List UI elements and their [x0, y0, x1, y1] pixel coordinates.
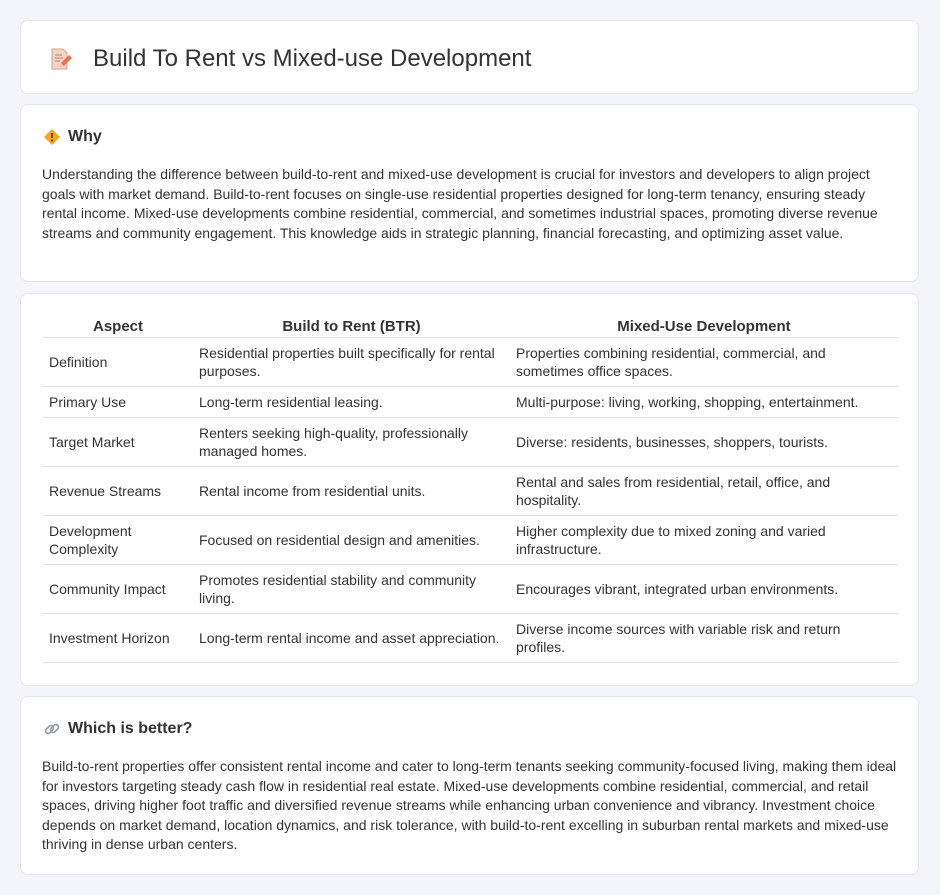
why-section: Why Understanding the difference between…	[20, 104, 919, 282]
table-row: Community Impact Promotes residential st…	[43, 564, 898, 614]
table-cell-mixed-use: Diverse income sources with variable ris…	[510, 613, 898, 663]
table-cell-aspect: Investment Horizon	[43, 613, 193, 663]
header-card: Build To Rent vs Mixed-use Development	[20, 20, 919, 94]
why-heading: Why	[68, 128, 102, 145]
better-heading-row: Which is better?	[43, 719, 192, 739]
table-cell-mixed-use: Properties combining residential, commer…	[510, 337, 898, 387]
table-cell-aspect: Revenue Streams	[43, 466, 193, 516]
table-cell-aspect: Development Complexity	[43, 515, 193, 565]
why-text: Understanding the difference between bui…	[42, 166, 878, 241]
table-cell-mixed-use: Multi-purpose: living, working, shopping…	[510, 386, 898, 418]
table-cell-btr: Long-term residential leasing.	[193, 386, 510, 418]
which-is-better-section: Which is better? Build-to-rent propertie…	[20, 696, 919, 875]
why-heading-row: Why	[43, 127, 102, 147]
table-row: Investment Horizon Long-term rental inco…	[43, 613, 898, 663]
better-text: Build-to-rent properties offer consisten…	[42, 758, 897, 852]
table-header-row: Aspect Build to Rent (BTR) Mixed-Use Dev…	[43, 317, 898, 338]
table-cell-aspect: Definition	[43, 337, 193, 387]
table-cell-btr: Rental income from residential units.	[193, 466, 510, 516]
better-heading: Which is better?	[68, 720, 193, 737]
table-row: Target Market Renters seeking high-quali…	[43, 417, 898, 467]
table-row: Development Complexity Focused on reside…	[43, 515, 898, 565]
table-row: Revenue Streams Rental income from resid…	[43, 466, 898, 516]
table-cell-mixed-use: Rental and sales from residential, retai…	[510, 466, 898, 516]
document-pencil-icon	[51, 48, 72, 70]
table-row: Definition Residential properties built …	[43, 337, 898, 387]
column-header-mixed-use: Mixed-Use Development	[510, 317, 898, 338]
column-header-btr: Build to Rent (BTR)	[193, 317, 510, 338]
table-row: Primary Use Long-term residential leasin…	[43, 386, 898, 418]
comparison-card: Aspect Build to Rent (BTR) Mixed-Use Dev…	[20, 293, 919, 686]
table-cell-aspect: Community Impact	[43, 564, 193, 614]
page-title: Build To Rent vs Mixed-use Development	[93, 45, 532, 72]
column-header-aspect: Aspect	[43, 317, 193, 338]
table-cell-aspect: Target Market	[43, 417, 193, 467]
comparison-table: Aspect Build to Rent (BTR) Mixed-Use Dev…	[43, 317, 898, 663]
table-cell-btr: Renters seeking high-quality, profession…	[193, 417, 510, 467]
table-cell-mixed-use: Higher complexity due to mixed zoning an…	[510, 515, 898, 565]
table-cell-btr: Promotes residential stability and commu…	[193, 564, 510, 614]
table-cell-btr: Long-term rental income and asset apprec…	[193, 613, 510, 663]
table-cell-btr: Residential properties built specificall…	[193, 337, 510, 387]
table-cell-btr: Focused on residential design and amenit…	[193, 515, 510, 565]
table-cell-mixed-use: Encourages vibrant, integrated urban env…	[510, 564, 898, 614]
table-cell-mixed-use: Diverse: residents, businesses, shoppers…	[510, 417, 898, 467]
table-cell-aspect: Primary Use	[43, 386, 193, 418]
link-icon	[44, 723, 60, 735]
diamond-warning-icon	[44, 129, 60, 145]
